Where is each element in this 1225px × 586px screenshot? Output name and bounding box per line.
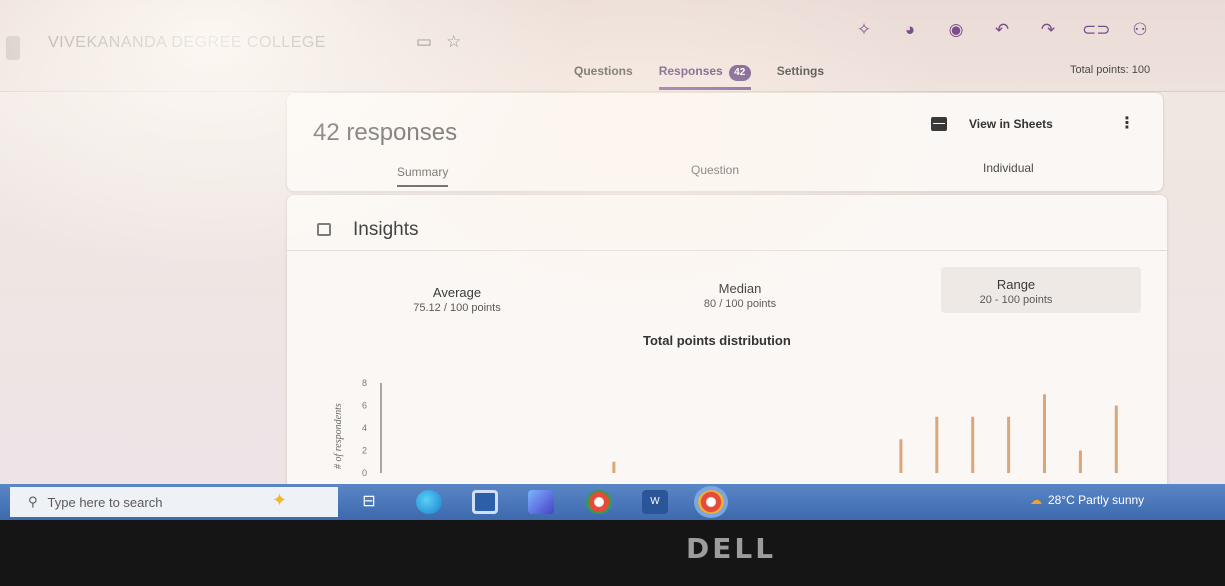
weather-icon: ☁ bbox=[1030, 493, 1042, 507]
chrome-active-icon[interactable] bbox=[694, 486, 728, 518]
insights-icon bbox=[317, 223, 331, 236]
y-tick-label: 2 bbox=[362, 446, 367, 456]
copilot-sparkle-icon[interactable]: ✦ bbox=[272, 490, 287, 511]
view-in-sheets-button[interactable]: View in Sheets bbox=[969, 117, 1053, 131]
palette-icon[interactable]: ◕ bbox=[898, 20, 922, 40]
toolbar: ✧ ◕ ◉ ↶ ↷ ⊂⊃ ⚇ bbox=[852, 20, 1152, 40]
insights-card: Insights Average 75.12 / 100 points Medi… bbox=[286, 194, 1168, 488]
form-title[interactable]: VIVEKANANDA DEGREE COLLEGE bbox=[48, 34, 326, 52]
insights-title: Insights bbox=[353, 219, 419, 240]
median-label: Median bbox=[718, 281, 762, 296]
subtab-summary[interactable]: Summary bbox=[397, 165, 449, 187]
median-stat: Median 80 / 100 points bbox=[675, 281, 805, 310]
bar-96[interactable] bbox=[1078, 450, 1082, 474]
y-tick-label: 6 bbox=[362, 401, 367, 411]
range-value: 20 - 100 points bbox=[979, 294, 1053, 306]
responses-count-badge: 42 bbox=[728, 65, 751, 81]
y-tick-label: 0 bbox=[362, 468, 367, 478]
search-icon: ⚲ bbox=[28, 494, 38, 509]
y-tick-label: 8 bbox=[362, 378, 367, 388]
bar-84[interactable] bbox=[971, 416, 975, 473]
responses-card: 42 responses View in Sheets ⋮ Summary Qu… bbox=[286, 92, 1164, 192]
bar-80[interactable] bbox=[935, 416, 939, 473]
y-tick-label: 4 bbox=[362, 423, 367, 433]
average-value: 75.12 / 100 points bbox=[413, 302, 501, 314]
total-points: Total points: 100 bbox=[1070, 64, 1151, 76]
edge-browser-icon[interactable] bbox=[416, 490, 442, 514]
bar-92[interactable] bbox=[1042, 394, 1046, 473]
search-placeholder: Type here to search bbox=[47, 494, 163, 510]
word-icon[interactable]: W bbox=[642, 490, 668, 514]
screen: VIVEKANANDA DEGREE COLLEGE ▭ ☆ ✧ ◕ ◉ ↶ ↷… bbox=[0, 0, 1225, 488]
subtab-question[interactable]: Question bbox=[691, 163, 739, 177]
dell-logo: DELL bbox=[686, 532, 777, 565]
distribution-title: Total points distribution bbox=[643, 333, 791, 348]
bar-76[interactable] bbox=[899, 439, 903, 473]
form-tabs: Questions Responses 42 Settings bbox=[574, 64, 824, 90]
distribution-chart: # of respondents 0 2 4 6 8 bbox=[333, 378, 1118, 478]
link-icon[interactable]: ⊂⊃ bbox=[1082, 20, 1111, 40]
sheets-icon[interactable] bbox=[931, 117, 947, 131]
subtab-individual[interactable]: Individual bbox=[983, 161, 1034, 175]
median-value: 80 / 100 points bbox=[703, 298, 777, 310]
tab-questions[interactable]: Questions bbox=[574, 64, 633, 90]
more-options-icon[interactable]: ⋮ bbox=[1119, 113, 1135, 133]
range-stat: Range 20 - 100 points bbox=[951, 277, 1081, 306]
bar-88[interactable] bbox=[1007, 416, 1011, 473]
responses-count: 42 responses bbox=[313, 119, 458, 146]
store-icon[interactable] bbox=[528, 490, 554, 514]
y-axis-label: # of respondents bbox=[333, 403, 344, 469]
star-icon[interactable]: ☆ bbox=[446, 32, 461, 52]
laptop-bezel bbox=[0, 520, 1225, 586]
app-menu-icon[interactable] bbox=[6, 36, 20, 60]
customize-theme-icon[interactable]: ✧ bbox=[852, 20, 876, 40]
weather-widget[interactable]: ☁ 28°C Partly sunny bbox=[1030, 493, 1144, 507]
tab-settings[interactable]: Settings bbox=[777, 64, 824, 90]
bar-40[interactable] bbox=[612, 461, 616, 473]
bar-100[interactable] bbox=[1114, 405, 1118, 474]
average-label: Average bbox=[432, 285, 482, 300]
preview-icon[interactable]: ◉ bbox=[944, 20, 968, 40]
range-label: Range bbox=[996, 277, 1036, 292]
average-stat: Average 75.12 / 100 points bbox=[397, 285, 517, 314]
task-view-icon[interactable]: ⊟ bbox=[356, 490, 382, 514]
redo-icon[interactable]: ↷ bbox=[1036, 20, 1060, 40]
chrome-icon[interactable] bbox=[586, 490, 612, 514]
taskbar: ⚲ Type here to search ✦ ⊟ W ☁ 28°C Partly… bbox=[0, 484, 1225, 520]
undo-icon[interactable]: ↶ bbox=[990, 20, 1014, 40]
file-explorer-icon[interactable] bbox=[472, 490, 498, 514]
add-collaborator-icon[interactable]: ⚇ bbox=[1128, 20, 1152, 40]
folder-icon[interactable]: ▭ bbox=[416, 32, 432, 52]
tab-responses[interactable]: Responses 42 bbox=[658, 64, 751, 90]
form-header: VIVEKANANDA DEGREE COLLEGE ▭ ☆ ✧ ◕ ◉ ↶ ↷… bbox=[0, 0, 1225, 92]
taskbar-search[interactable]: ⚲ Type here to search bbox=[10, 487, 338, 517]
